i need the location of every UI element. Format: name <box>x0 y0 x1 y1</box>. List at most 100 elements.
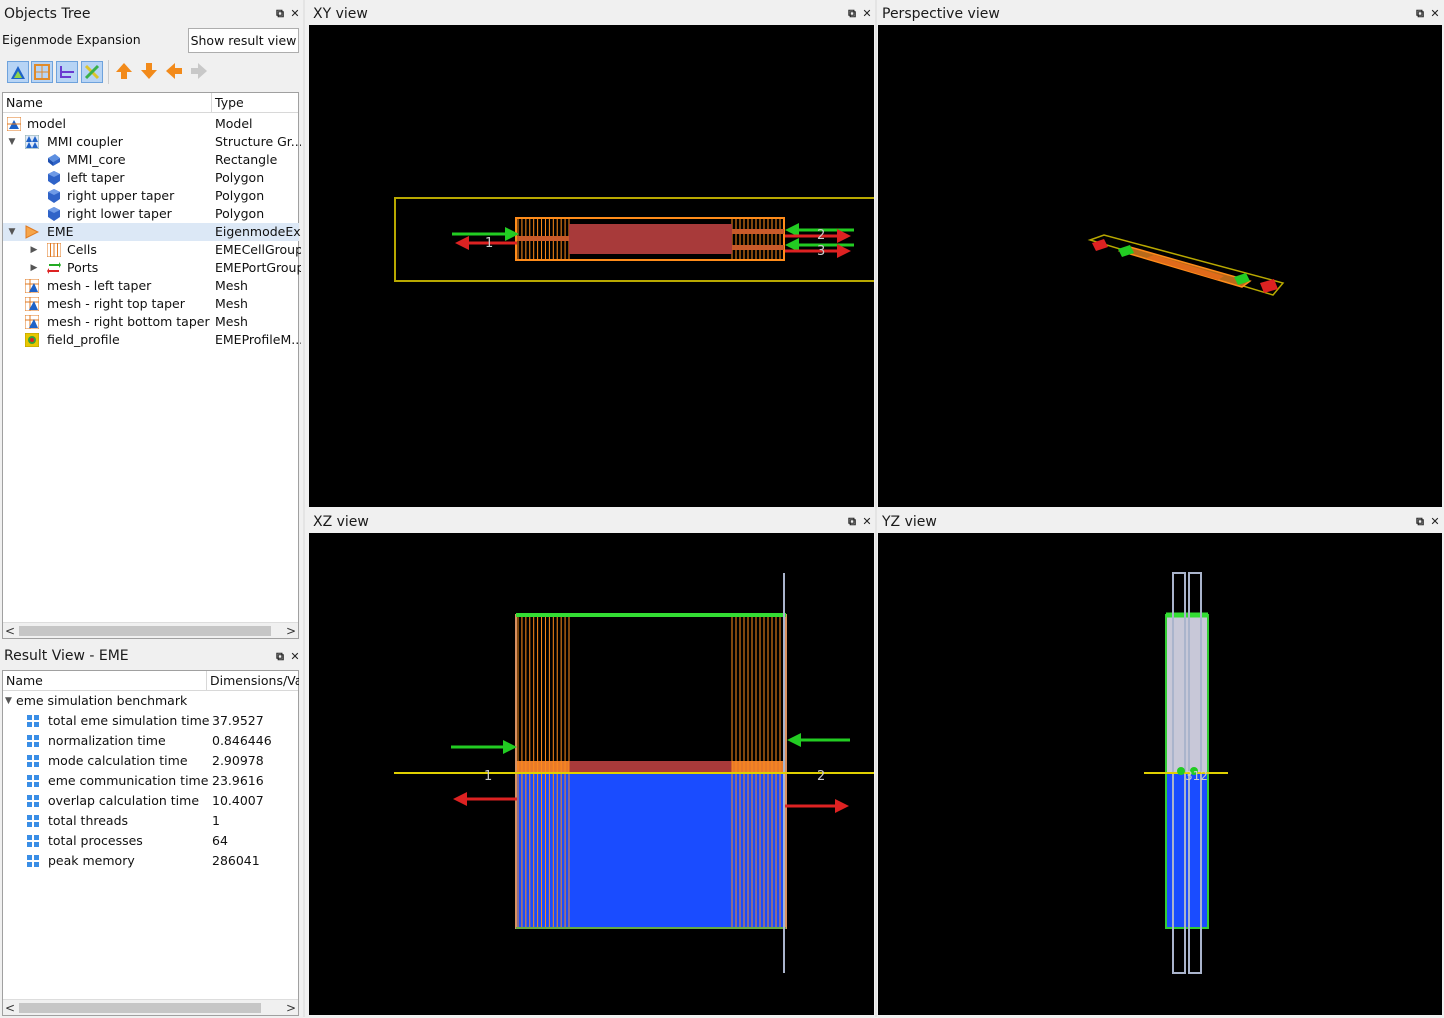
result-row[interactable]: mode calculation time 2.90978 <box>3 751 299 771</box>
column-dimensions-value[interactable]: Dimensions/Va <box>207 671 299 691</box>
result-horizontal-scrollbar[interactable]: < > <box>3 999 298 1015</box>
float-icon[interactable]: ⧉ <box>1414 8 1426 20</box>
result-row[interactable]: eme communication time 23.9616 <box>3 771 299 791</box>
tree-item-left-taper[interactable]: left taper Polygon <box>3 169 299 187</box>
scroll-left-icon[interactable]: < <box>3 623 17 639</box>
result-row[interactable]: overlap calculation time 10.4007 <box>3 791 299 811</box>
tree-item-ports[interactable]: ▶ Ports EMEPortGroup <box>3 259 301 277</box>
mesh-lines-right <box>731 219 785 259</box>
tree-item-mmi-core[interactable]: MMI_core Rectangle <box>3 151 299 169</box>
float-icon[interactable]: ⧉ <box>846 8 858 20</box>
move-down-icon[interactable] <box>139 61 161 83</box>
result-matrix-icon <box>27 755 39 767</box>
yz-view-canvas[interactable]: 312 <box>878 533 1442 1015</box>
tree-item-mmi-coupler[interactable]: ▼ MMI coupler Structure Gr... <box>3 133 301 151</box>
float-icon[interactable]: ⧉ <box>1414 516 1426 528</box>
port-label-312: 312 <box>1185 769 1208 783</box>
perspective-view-canvas[interactable] <box>878 25 1442 507</box>
polygon-icon <box>48 171 60 185</box>
port-label-1: 1 <box>485 236 493 251</box>
result-matrix-icon <box>27 795 39 807</box>
show-result-view-button[interactable]: Show result view <box>188 28 299 53</box>
expand-arrow-icon[interactable]: ▶ <box>29 259 39 277</box>
float-icon[interactable]: ⧉ <box>846 516 858 528</box>
result-matrix-icon <box>27 735 39 747</box>
result-row[interactable]: total threads 1 <box>3 811 299 831</box>
mesh-icon <box>25 315 39 329</box>
xy-view-title: XY view <box>309 3 875 25</box>
port-label-3: 3 <box>817 244 825 259</box>
add-port-icon[interactable] <box>56 61 78 83</box>
port-label-1: 1 <box>484 769 492 784</box>
objects-tree-controls: ⧉ ✕ <box>274 7 301 21</box>
collapse-arrow-icon[interactable]: ▼ <box>7 223 17 241</box>
result-view-title: Result View - EME <box>0 645 300 667</box>
tree-item-mesh-right-top-taper[interactable]: mesh - right top taper Mesh <box>3 295 299 313</box>
result-row[interactable]: peak memory 286041 <box>3 851 299 871</box>
result-matrix-icon <box>27 775 39 787</box>
close-icon[interactable]: ✕ <box>1429 8 1441 20</box>
tree-item-right-lower-taper[interactable]: right lower taper Polygon <box>3 205 299 223</box>
add-grid-icon[interactable] <box>31 61 53 83</box>
view-splitter[interactable] <box>875 0 877 1017</box>
tree-item-cells[interactable]: ▶ Cells EMECellGroup <box>3 241 301 259</box>
add-structure-icon[interactable] <box>7 61 29 83</box>
result-row[interactable]: total eme simulation time 37.9527 <box>3 711 299 731</box>
column-name[interactable]: Name <box>3 93 212 113</box>
float-icon[interactable]: ⧉ <box>274 8 286 20</box>
close-icon[interactable]: ✕ <box>289 8 301 20</box>
result-view-controls: ⧉ ✕ <box>274 650 301 664</box>
right-lower-taper <box>732 245 784 250</box>
add-monitor-icon[interactable] <box>81 61 103 83</box>
xy-view-canvas[interactable]: 1 2 3 <box>309 25 886 507</box>
mesh-icon <box>25 297 39 311</box>
result-header: Name Dimensions/Va <box>3 671 299 691</box>
tree-item-right-upper-taper[interactable]: right upper taper Polygon <box>3 187 299 205</box>
vertical-splitter[interactable] <box>303 0 305 1017</box>
mesh-icon <box>25 279 39 293</box>
tree-item-model[interactable]: model Model <box>3 115 299 133</box>
perspective-view-title: Perspective view <box>878 3 1444 25</box>
tree-item-eme[interactable]: ▼ EME EigenmodeEx... <box>3 223 301 241</box>
close-icon[interactable]: ✕ <box>861 8 873 20</box>
port-label-2: 2 <box>817 769 825 784</box>
tree-horizontal-scrollbar[interactable]: < > <box>3 622 298 638</box>
column-type[interactable]: Type <box>212 93 300 113</box>
scroll-right-icon[interactable]: > <box>284 623 298 639</box>
layout-label: Eigenmode Expansion Layout <box>2 32 141 71</box>
perspective-view-controls: ⧉ ✕ <box>1414 7 1441 21</box>
polygon-icon <box>48 189 60 203</box>
collapse-arrow-icon[interactable]: ▼ <box>5 691 12 711</box>
close-icon[interactable]: ✕ <box>1429 516 1441 528</box>
objects-tree-panel: Name Type model Model ▼ MMI coupler Stru… <box>2 92 301 639</box>
scroll-thumb[interactable] <box>19 1003 261 1013</box>
move-up-icon[interactable] <box>114 61 136 83</box>
mmi-core-3d <box>1146 255 1224 280</box>
objects-toolbar <box>2 56 299 90</box>
close-icon[interactable]: ✕ <box>861 516 873 528</box>
tree-item-mesh-right-bottom-taper[interactable]: mesh - right bottom taper Mesh <box>3 313 299 331</box>
column-name[interactable]: Name <box>3 671 207 691</box>
move-right-icon[interactable] <box>189 61 211 83</box>
scroll-right-icon[interactable]: > <box>284 1000 298 1016</box>
result-matrix-icon <box>27 715 39 727</box>
move-left-icon[interactable] <box>164 61 186 83</box>
result-row[interactable]: normalization time 0.846446 <box>3 731 299 751</box>
collapse-arrow-icon[interactable]: ▼ <box>7 133 17 151</box>
scroll-thumb[interactable] <box>19 626 271 636</box>
result-view-panel: Name Dimensions/Va ▼ eme simulation benc… <box>2 670 299 1016</box>
result-row[interactable]: total processes 64 <box>3 831 299 851</box>
mmi-core <box>569 224 732 254</box>
rectangle-icon <box>48 154 60 166</box>
float-icon[interactable]: ⧉ <box>274 651 286 663</box>
result-group[interactable]: ▼ eme simulation benchmark <box>3 691 299 711</box>
tree-item-mesh-left-taper[interactable]: mesh - left taper Mesh <box>3 277 299 295</box>
expand-arrow-icon[interactable]: ▶ <box>29 241 39 259</box>
scroll-left-icon[interactable]: < <box>3 1000 17 1016</box>
tree-header: Name Type <box>3 93 298 113</box>
profile-monitor-icon <box>25 333 39 347</box>
cells-icon <box>47 243 61 257</box>
close-icon[interactable]: ✕ <box>289 651 301 663</box>
tree-item-field-profile[interactable]: field_profile EMEProfileM... <box>3 331 301 349</box>
xz-view-canvas[interactable]: 1 2 <box>309 533 874 1015</box>
